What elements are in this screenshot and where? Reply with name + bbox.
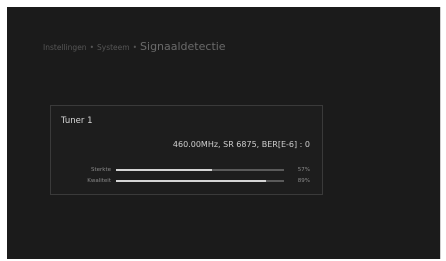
quality-bar [116, 180, 284, 182]
breadcrumb-settings: Instellingen [43, 43, 87, 52]
quality-bar-fill [116, 180, 266, 182]
strength-bar-fill [116, 169, 212, 171]
tuner-name: Tuner 1 [61, 116, 93, 126]
strength-value: 57% [297, 167, 310, 173]
breadcrumb-system: Systeem [97, 43, 130, 52]
quality-label: Kwaliteit [87, 178, 111, 184]
strength-row: Sterkte 57% [51, 166, 322, 175]
breadcrumb-separator: • [132, 43, 138, 52]
breadcrumb: Instellingen • Systeem • Signaaldetectie [43, 35, 226, 54]
quality-row: Kwaliteit 89% [51, 177, 322, 186]
breadcrumb-separator: • [89, 43, 94, 52]
page-title: Signaaldetectie [140, 40, 226, 53]
strength-bar [116, 169, 284, 171]
strength-label: Sterkte [90, 167, 111, 173]
tuner-panel: Tuner 1 460.00MHz, SR 6875, BER[E-6] : 0… [50, 105, 323, 195]
quality-value: 89% [297, 178, 310, 184]
tuner-signal-info: 460.00MHz, SR 6875, BER[E-6] : 0 [172, 140, 310, 149]
tv-screen: Instellingen • Systeem • Signaaldetectie Tun… [7, 7, 441, 259]
